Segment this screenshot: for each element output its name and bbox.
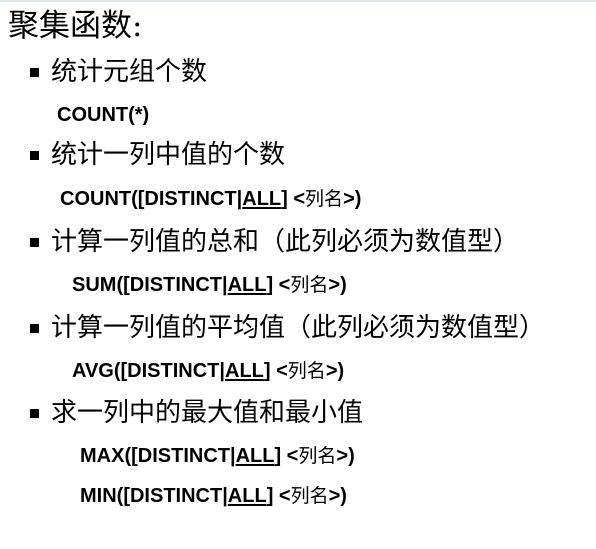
code-all-keyword: ALL — [227, 274, 267, 296]
code-all-keyword: ALL — [242, 188, 282, 210]
code-prefix: COUNT([DISTINCT| — [60, 188, 243, 210]
code-close: ] < — [266, 274, 291, 296]
square-bullet-icon — [30, 150, 39, 160]
bullet-item-avg: 计算一列值的平均值（此列必须为数值型） — [30, 309, 545, 347]
bullet-text: 统计元组个数 — [51, 57, 208, 87]
code-column-name: 列名 — [290, 485, 329, 507]
square-bullet-icon — [30, 237, 39, 247]
bullet-item-max-min: 求一列中的最大值和最小值 — [30, 394, 363, 432]
code-prefix: SUM([DISTINCT| — [72, 274, 228, 296]
code-syntax-avg: AVG([DISTINCT|ALL] <列名>) — [72, 357, 344, 385]
code-close: ] < — [281, 188, 306, 210]
code-end: >) — [343, 188, 362, 210]
code-end: >) — [336, 445, 355, 467]
code-prefix: AVG([DISTINCT| — [72, 360, 225, 382]
square-bullet-icon — [30, 67, 39, 77]
code-prefix: COUNT(*) — [57, 104, 150, 126]
code-end: >) — [325, 360, 345, 382]
code-all-keyword: ALL — [227, 485, 267, 507]
code-prefix: MIN([DISTINCT| — [80, 485, 228, 507]
bullet-text: 计算一列值的总和（此列必须为数值型） — [51, 227, 520, 257]
square-bullet-icon — [30, 323, 39, 333]
code-column-name: 列名 — [287, 360, 326, 382]
code-syntax-count: COUNT([DISTINCT|ALL] <列名>) — [60, 185, 361, 213]
code-all-keyword: ALL — [235, 445, 275, 467]
code-column-name: 列名 — [290, 274, 329, 296]
code-syntax-max: MAX([DISTINCT|ALL] <列名>) — [80, 442, 355, 470]
slide-title: 聚集函数: — [8, 8, 143, 44]
slide-content: 聚集函数: 统计元组个数 COUNT(*) 统计一列中值的个数 COUNT([D… — [0, 0, 596, 549]
bullet-text: 求一列中的最大值和最小值 — [51, 398, 364, 428]
bullet-text: 统计一列中值的个数 — [51, 140, 286, 170]
bullet-text: 计算一列值的平均值（此列必须为数值型） — [51, 313, 546, 343]
code-syntax-count-star: COUNT(*) — [57, 101, 149, 129]
code-end: >) — [328, 274, 347, 296]
code-close: ] < — [266, 485, 291, 507]
code-column-name: 列名 — [298, 445, 337, 467]
square-bullet-icon — [30, 408, 39, 418]
code-close: ] < — [274, 445, 299, 467]
code-end: >) — [328, 485, 347, 507]
code-syntax-sum: SUM([DISTINCT|ALL] <列名>) — [72, 271, 347, 299]
code-syntax-min: MIN([DISTINCT|ALL] <列名>) — [80, 482, 347, 510]
bullet-item-count-tuples: 统计元组个数 — [30, 53, 207, 91]
code-prefix: MAX([DISTINCT| — [80, 445, 236, 467]
code-column-name: 列名 — [305, 188, 344, 210]
code-all-keyword: ALL — [225, 360, 264, 382]
bullet-item-sum: 计算一列值的总和（此列必须为数值型） — [30, 223, 519, 261]
bullet-item-count-values: 统计一列中值的个数 — [30, 136, 285, 174]
code-close: ] < — [263, 360, 288, 382]
